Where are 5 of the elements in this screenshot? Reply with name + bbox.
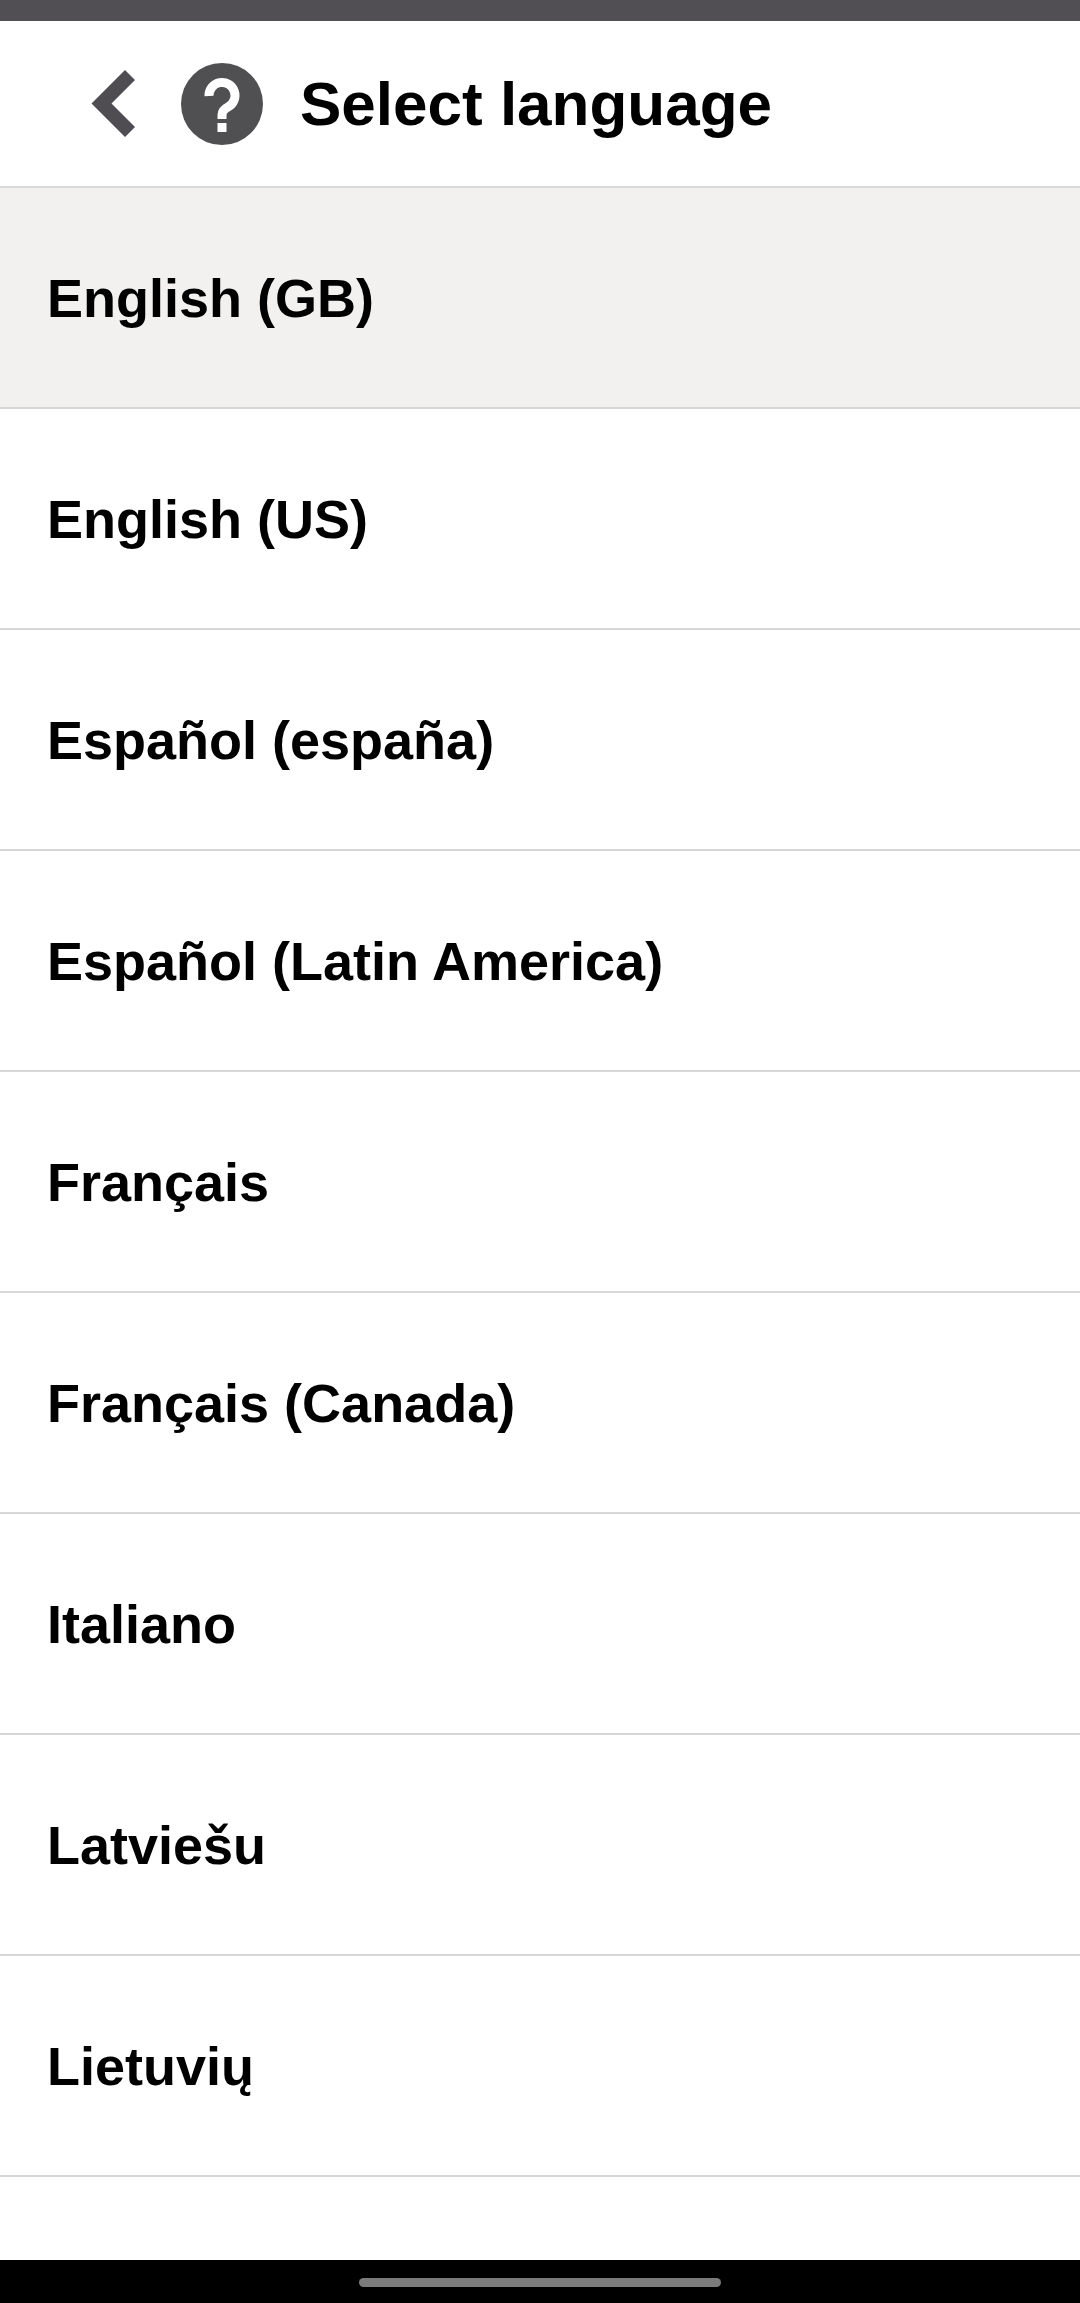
back-button[interactable] <box>89 70 135 137</box>
help-icon <box>181 62 263 145</box>
help-button[interactable] <box>181 62 263 145</box>
language-option[interactable]: English (GB) <box>0 188 1080 409</box>
chevron-left-icon <box>89 70 135 137</box>
